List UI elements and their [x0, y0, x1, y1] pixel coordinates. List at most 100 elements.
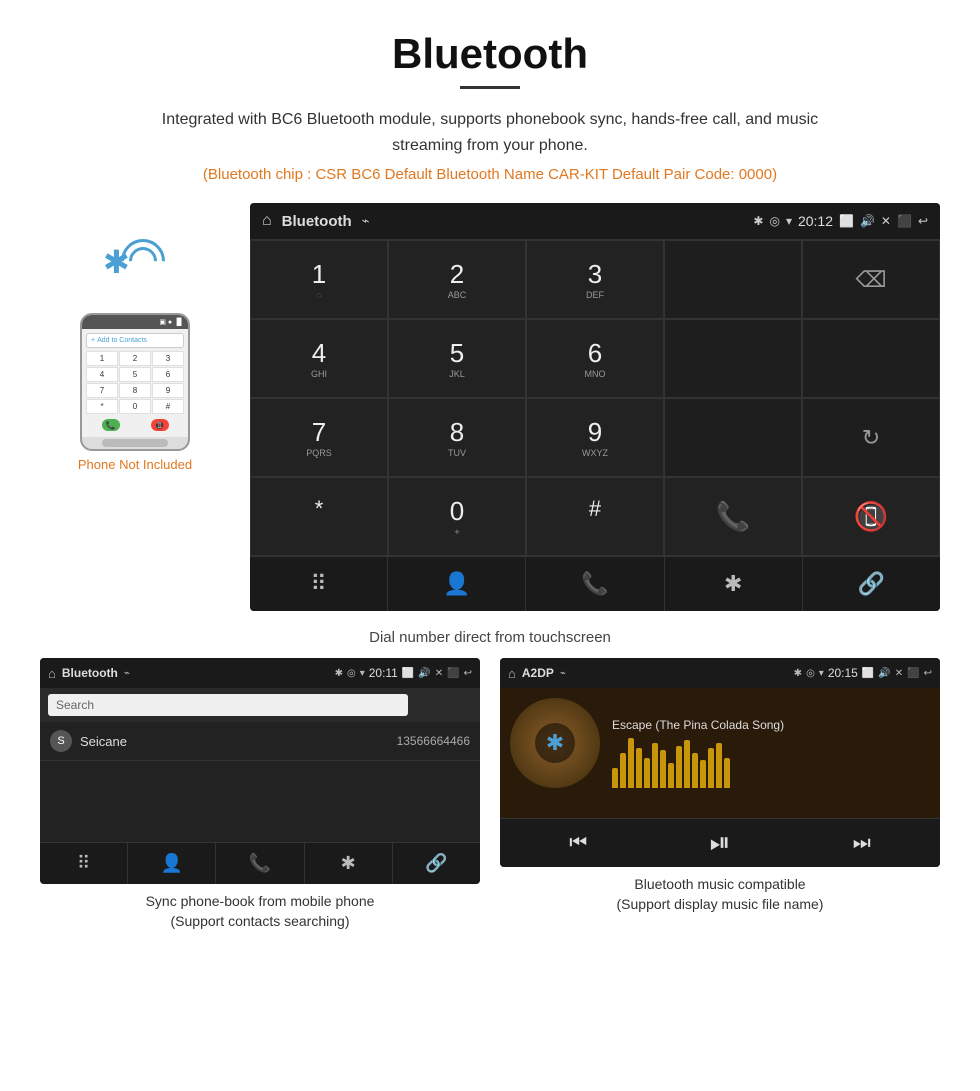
music-back-icon[interactable]: ↩: [924, 668, 932, 679]
pb-contact-number: 13566664466: [397, 734, 470, 748]
music-content: ✱ Escape (The Pina Colada Song): [500, 688, 940, 818]
music-time-display: 20:15: [828, 666, 858, 680]
music-caption-line1: Bluetooth music compatible: [617, 875, 824, 895]
eq-bar: [644, 758, 650, 788]
phone-end-btn: 📵: [151, 419, 169, 431]
dial-key-5[interactable]: 5 JKL: [388, 319, 526, 398]
car-nav-dialpad[interactable]: ⠿: [250, 557, 388, 611]
pb-cam-icon[interactable]: ⬜: [402, 668, 414, 679]
dial-key-empty-3: [802, 319, 940, 398]
subtitle-text: Integrated with BC6 Bluetooth module, su…: [140, 107, 840, 158]
music-bt-overlay: ✱: [535, 723, 575, 763]
phone-not-included-label: Phone Not Included: [78, 457, 192, 472]
phone-key-4: 4: [86, 367, 118, 382]
dial-key-hash[interactable]: #: [526, 477, 664, 556]
bt-status-icon: ✱: [753, 214, 763, 228]
music-signal-icon: ▾: [819, 668, 824, 679]
music-home-icon[interactable]: ⌂: [508, 666, 516, 681]
eq-bar: [620, 753, 626, 788]
pb-nav-bluetooth[interactable]: ✱: [305, 843, 393, 884]
backspace-icon: ⌫: [855, 267, 886, 293]
pb-time-display: 20:11: [369, 666, 398, 680]
dial-key-0[interactable]: 0 +: [388, 477, 526, 556]
pb-nav-phone[interactable]: 📞: [216, 843, 304, 884]
title-section: Bluetooth Integrated with BC6 Bluetooth …: [0, 0, 980, 193]
pb-bt-icon: ✱: [335, 668, 343, 679]
pb-bottom-nav: ⠿ 👤 📞 ✱ 🔗: [40, 842, 480, 884]
phone-dialpad: 1 2 3 4 5 6 7 8 9 * 0 #: [86, 351, 184, 414]
music-full-icon[interactable]: ⬛: [907, 668, 919, 679]
music-cam-icon[interactable]: ⬜: [862, 668, 874, 679]
pb-search-input[interactable]: Search: [48, 694, 408, 716]
dial-key-star[interactable]: *: [250, 477, 388, 556]
car-display-main: ⌂ Bluetooth ⌁ ✱ ◎ ▾ 20:12 ⬜ 🔊 ✕ ⬛ ↩ 1: [250, 203, 940, 611]
eq-bar: [716, 743, 722, 788]
music-prev-button[interactable]: ⏮: [569, 832, 587, 855]
signal-icon: ▾: [786, 214, 792, 228]
phone-bottom-row: 📞 📵: [86, 417, 184, 433]
car-app-title: Bluetooth: [282, 213, 352, 230]
eq-bar: [628, 738, 634, 788]
dial-caption: Dial number direct from touchscreen: [0, 621, 980, 658]
dial-key-4[interactable]: 4 GHI: [250, 319, 388, 398]
dial-key-7[interactable]: 7 PQRS: [250, 398, 388, 477]
pb-contact-area: S Seicane 13566664466: [40, 722, 480, 842]
call-red-icon: 📵: [854, 500, 889, 533]
dial-key-3[interactable]: 3 DEF: [526, 240, 664, 319]
pb-nav-dialpad[interactable]: ⠿: [40, 843, 128, 884]
phonebook-caption: Sync phone-book from mobile phone (Suppo…: [146, 892, 375, 931]
pb-contact-row: S Seicane 13566664466: [40, 722, 480, 761]
eq-bar: [612, 768, 618, 788]
close-icon[interactable]: ✕: [881, 214, 891, 228]
music-play-button[interactable]: ⏯: [710, 827, 731, 859]
camera-icon[interactable]: ⬜: [839, 214, 854, 228]
music-close-icon[interactable]: ✕: [895, 668, 903, 679]
music-vol-icon[interactable]: 🔊: [878, 668, 890, 679]
pb-search-bar: Search: [40, 688, 480, 722]
eq-bar: [692, 753, 698, 788]
pb-close-icon[interactable]: ✕: [435, 668, 443, 679]
pb-nav-contacts[interactable]: 👤: [128, 843, 216, 884]
dialpad-area: 1 ◌ 2 ABC 3 DEF ⌫ 4 GHI: [250, 239, 940, 556]
call-green-button[interactable]: 📞: [664, 477, 802, 556]
pb-nav-link[interactable]: 🔗: [393, 843, 480, 884]
music-app-title: A2DP: [522, 666, 554, 680]
dial-key-6[interactable]: 6 MNO: [526, 319, 664, 398]
car-nav-link[interactable]: 🔗: [803, 557, 940, 611]
refresh-button[interactable]: ↻: [802, 398, 940, 477]
volume-icon[interactable]: 🔊: [860, 214, 875, 228]
car-nav-phone[interactable]: 📞: [526, 557, 664, 611]
dial-key-2[interactable]: 2 ABC: [388, 240, 526, 319]
title-underline: [460, 86, 520, 89]
music-info: Escape (The Pina Colada Song): [612, 698, 930, 808]
info-line: (Bluetooth chip : CSR BC6 Default Blueto…: [20, 166, 960, 183]
car-nav-bluetooth[interactable]: ✱: [665, 557, 803, 611]
phonebook-caption-line1: Sync phone-book from mobile phone: [146, 892, 375, 912]
car-nav-contacts[interactable]: 👤: [388, 557, 526, 611]
music-status-right: ✱ ◎ ▾ 20:15 ⬜ 🔊 ✕ ⬛ ↩: [794, 666, 932, 680]
call-red-button[interactable]: 📵: [802, 477, 940, 556]
phone-frame: ▣ ● ▐▌ +Add to Contacts 1 2 3 4 5 6 7 8 …: [80, 313, 190, 451]
car-time-display: 20:12: [798, 213, 833, 229]
pb-full-icon[interactable]: ⬛: [447, 668, 459, 679]
backspace-button[interactable]: ⌫: [802, 240, 940, 319]
music-next-button[interactable]: ⏭: [853, 832, 871, 855]
dial-key-8[interactable]: 8 TUV: [388, 398, 526, 477]
car-home-icon[interactable]: ⌂: [262, 212, 272, 230]
eq-bar: [652, 743, 658, 788]
fullscreen-icon[interactable]: ⬛: [897, 214, 912, 228]
eq-bar: [676, 746, 682, 788]
refresh-icon: ↻: [862, 425, 880, 451]
dial-key-9[interactable]: 9 WXYZ: [526, 398, 664, 477]
pb-vol-icon[interactable]: 🔊: [418, 668, 430, 679]
dial-key-empty-4: [664, 398, 802, 477]
music-loc-icon: ◎: [806, 668, 815, 679]
phone-top-bar: ▣ ● ▐▌: [82, 315, 188, 329]
phone-key-3: 3: [152, 351, 184, 366]
pb-back-icon[interactable]: ↩: [464, 668, 472, 679]
phone-key-star: *: [86, 399, 118, 414]
back-icon[interactable]: ↩: [918, 214, 928, 228]
music-usb-icon: ⌁: [560, 668, 566, 679]
pb-home-icon[interactable]: ⌂: [48, 666, 56, 681]
dial-key-1[interactable]: 1 ◌: [250, 240, 388, 319]
